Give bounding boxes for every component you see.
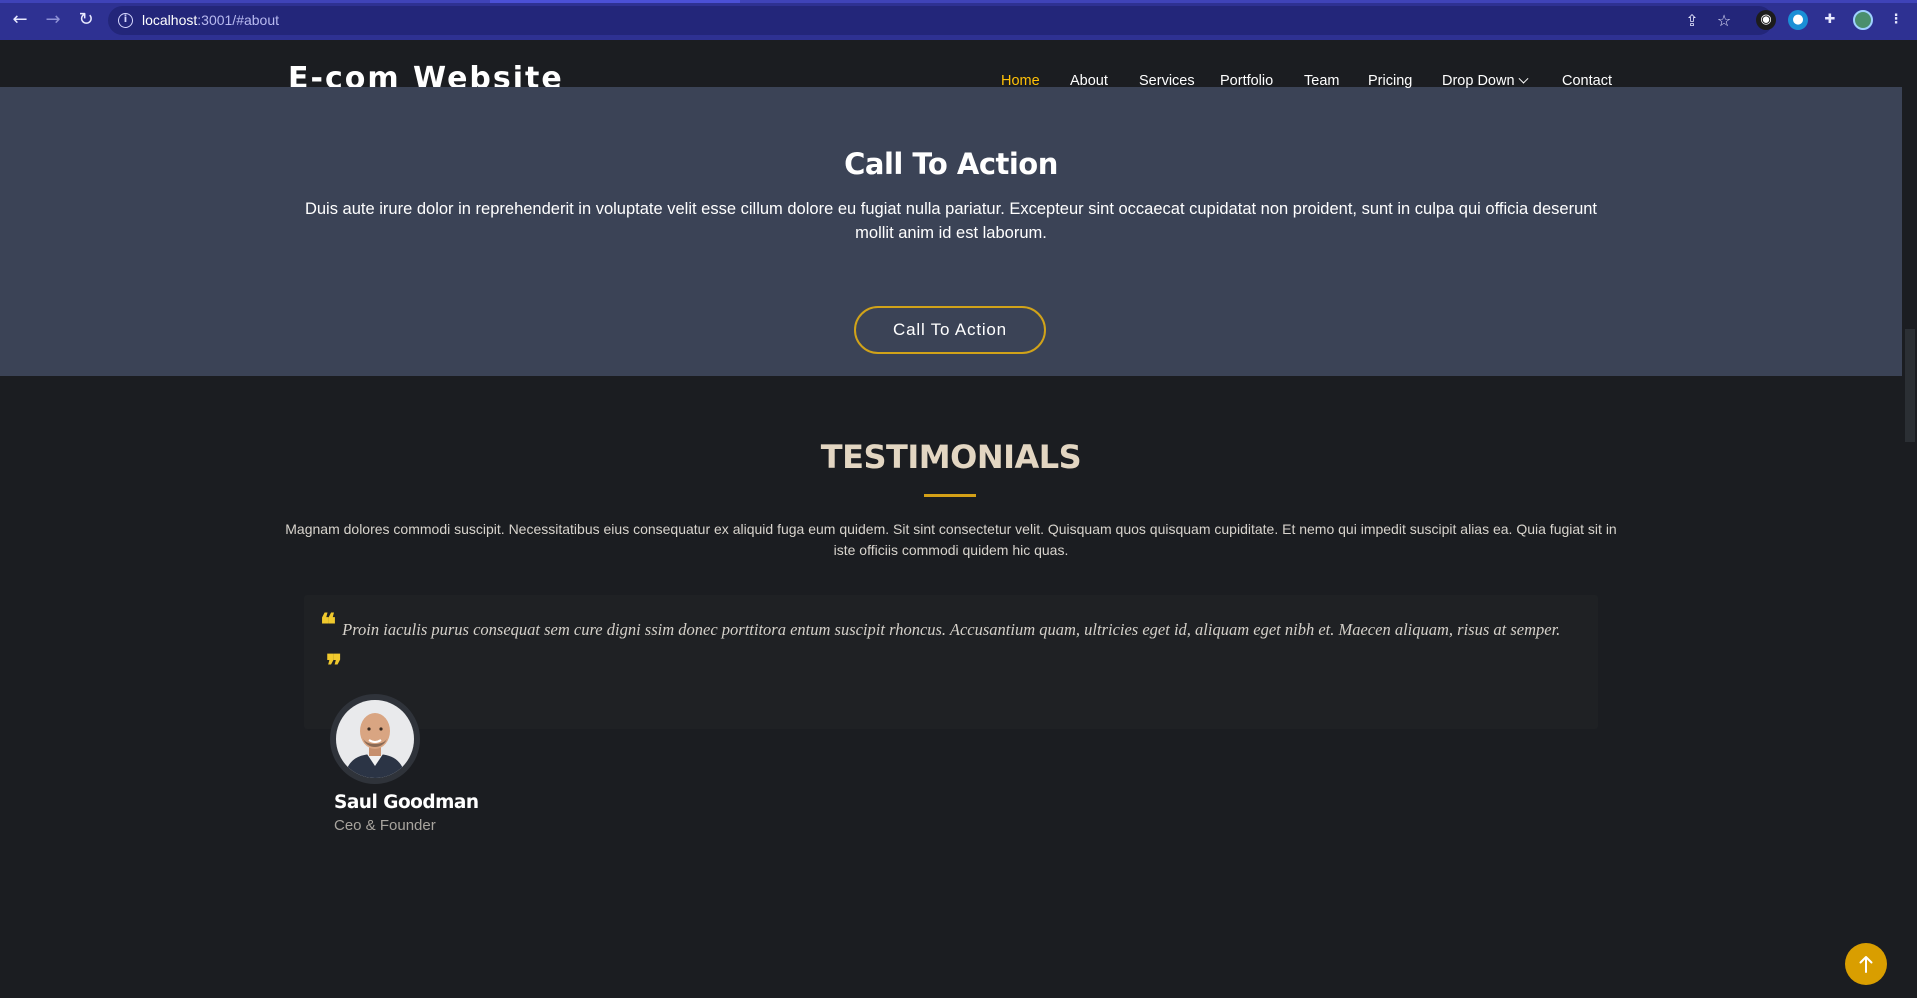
tab-strip: [0, 0, 1917, 3]
scrollbar-thumb[interactable]: [1905, 329, 1915, 442]
testimonials-description: Magnam dolores commodi suscipit. Necessi…: [285, 521, 1617, 558]
testimonials-title: TESTIMONIALS: [820, 438, 1082, 476]
testimonial-author-name: Saul Goodman: [334, 792, 479, 813]
puzzle-icon[interactable]: ✚: [1820, 10, 1840, 30]
star-icon[interactable]: ☆: [1714, 11, 1734, 31]
page-viewport: E-com Website Call To Action Duis aute i…: [0, 40, 1917, 998]
menu-icon[interactable]: ⋮: [1886, 10, 1906, 30]
chevron-down-icon: [1518, 73, 1528, 84]
cta-title: Call To Action: [844, 147, 1058, 181]
person-photo: [336, 700, 414, 778]
browser-toolbar: ← → ↻ i localhost:3001/#about ⇪ ☆ ◉ ● ✚ …: [0, 0, 1917, 40]
nav-pricing[interactable]: Pricing: [1368, 73, 1412, 89]
nav-dropdown-label: Drop Down: [1442, 73, 1515, 89]
url-host: localhost: [142, 12, 198, 28]
nav-home[interactable]: Home: [1001, 73, 1040, 89]
testimonial-quote: ❝ Proin iaculis purus consequat sem cure …: [320, 608, 1582, 684]
active-tab-indicator: [490, 0, 740, 3]
testimonial-author-role: Ceo & Founder: [334, 817, 436, 834]
share-icon[interactable]: ⇪: [1682, 11, 1702, 31]
extension-icon[interactable]: ◉: [1756, 10, 1776, 30]
cta-text: Duis aute irure dolor in reprehenderit i…: [304, 200, 1598, 242]
testimonial-quote-text: Proin iaculis purus consequat sem cure d…: [342, 620, 1561, 639]
main-nav: Home About Services Portfolio Team Prici…: [0, 73, 1902, 93]
call-to-action-button[interactable]: Call To Action: [854, 306, 1046, 354]
title-underline: [924, 494, 976, 497]
nav-contact[interactable]: Contact: [1562, 73, 1612, 89]
url-path: :3001/#about: [197, 12, 280, 28]
url-text[interactable]: localhost:3001/#about: [142, 12, 279, 28]
nav-team[interactable]: Team: [1304, 73, 1339, 89]
quote-open-icon: ❝: [320, 608, 337, 643]
arrow-up-icon: [1859, 956, 1873, 973]
nav-portfolio[interactable]: Portfolio: [1220, 73, 1273, 89]
scrollbar[interactable]: [1902, 40, 1917, 998]
info-icon[interactable]: i: [118, 13, 133, 28]
avatar: [330, 694, 420, 784]
quote-close-icon: ❞: [326, 649, 343, 684]
reload-icon[interactable]: ↻: [75, 9, 97, 31]
nav-dropdown[interactable]: Drop Down: [1442, 73, 1528, 89]
nav-about[interactable]: About: [1070, 73, 1108, 89]
forward-icon[interactable]: →: [42, 9, 64, 31]
testimonial-card: ❝ Proin iaculis purus consequat sem cure …: [304, 595, 1598, 729]
profile-icon[interactable]: [1853, 10, 1873, 30]
back-to-top-button[interactable]: [1845, 943, 1887, 985]
back-icon[interactable]: ←: [9, 9, 31, 31]
extension-icon[interactable]: ●: [1788, 10, 1808, 30]
nav-services[interactable]: Services: [1139, 73, 1195, 89]
call-to-action-section: Call To Action Duis aute irure dolor in …: [0, 87, 1902, 376]
address-bar[interactable]: i localhost:3001/#about ⇪ ☆: [108, 6, 1773, 35]
